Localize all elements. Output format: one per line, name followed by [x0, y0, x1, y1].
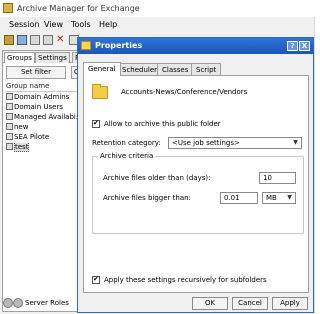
apply-recursive-label: Apply these settings recursively for sub…: [104, 276, 267, 284]
menu-tools[interactable]: Tools: [71, 20, 91, 29]
bigger-than-input[interactable]: 0.01: [220, 192, 258, 204]
paste-icon[interactable]: [43, 35, 53, 45]
group-icon: [6, 103, 13, 110]
retention-label: Retention category:: [92, 139, 161, 147]
delete-icon[interactable]: ✕: [56, 35, 66, 45]
apply-button[interactable]: Apply: [272, 297, 308, 310]
group-icon: [6, 133, 13, 140]
left-panel: Groups Settings P Set filter C Group nam…: [2, 50, 85, 312]
folder-icon: [92, 84, 108, 99]
dialog-tabs: General Scheduler Classes Script: [83, 62, 309, 76]
list-item-domain-admins[interactable]: Domain Admins: [6, 93, 83, 103]
tab-settings[interactable]: Settings: [35, 52, 70, 63]
copy-icon[interactable]: [30, 35, 40, 45]
archive-criteria-title: Archive criteria: [98, 152, 156, 160]
tab-script[interactable]: Script: [191, 63, 222, 75]
folder-path: Accounts-News/Conference/Vendors: [121, 88, 248, 96]
older-than-label: Archive files older than (days):: [103, 174, 211, 182]
dialog-title: Properties: [95, 41, 143, 50]
status-text[interactable]: Server Roles: [25, 299, 69, 307]
list-item-managed-availability[interactable]: Managed Availabi...: [6, 113, 83, 123]
tab-groups[interactable]: Groups: [4, 52, 35, 63]
tab-general[interactable]: General: [83, 62, 121, 76]
list-item-sea-pilote[interactable]: SEA Pilote: [6, 133, 83, 143]
left-tabs: Groups Settings P: [3, 51, 83, 63]
menu-session[interactable]: Session: [9, 20, 40, 29]
list-item-new[interactable]: new: [6, 123, 83, 133]
allow-archive-checkbox[interactable]: [92, 119, 100, 128]
open-icon[interactable]: [4, 35, 14, 45]
archive-criteria-group: Archive criteria Archive files older tha…: [92, 152, 304, 234]
size-unit-select[interactable]: MB ▼: [262, 192, 296, 204]
set-filter-button[interactable]: Set filter: [6, 66, 66, 79]
group-icon: [6, 93, 13, 100]
properties-icon: [81, 41, 91, 50]
general-tab-page: Accounts-News/Conference/Vendors Allow t…: [83, 75, 309, 293]
app-icon: [3, 3, 13, 13]
chevron-down-icon: ▼: [287, 194, 292, 201]
status-gear-icon[interactable]: [3, 298, 13, 308]
older-than-input[interactable]: 10: [259, 172, 296, 184]
close-button[interactable]: X: [299, 41, 310, 51]
retention-value: <Use job settings>: [172, 139, 240, 147]
group-name-header[interactable]: Group name: [6, 82, 83, 92]
menu-view[interactable]: View: [44, 20, 63, 29]
tab-classes[interactable]: Classes: [157, 63, 194, 75]
list-item-test[interactable]: test: [6, 143, 83, 153]
main-title-bar: Archive Manager for Exchange: [0, 0, 315, 17]
server-roles-icon[interactable]: [13, 298, 23, 308]
cancel-button[interactable]: Cancel: [232, 297, 268, 310]
apply-recursive-checkbox[interactable]: [92, 275, 100, 284]
tab-scheduler[interactable]: Scheduler: [117, 63, 163, 75]
retention-category-select[interactable]: <Use job settings> ▼: [168, 137, 302, 149]
main-window-title: Archive Manager for Exchange: [17, 4, 140, 13]
help-button[interactable]: ?: [287, 41, 298, 51]
bigger-than-label: Archive files bigger than:: [103, 194, 191, 202]
group-icon: [6, 113, 13, 120]
size-unit-value: MB: [266, 194, 277, 202]
allow-archive-label: Allow to archive this public folder: [104, 120, 221, 128]
settings-icon[interactable]: [17, 35, 27, 45]
dialog-title-bar[interactable]: Properties ? X: [78, 38, 313, 54]
properties-dialog: Properties ? X General Scheduler Classes…: [77, 37, 314, 313]
menu-help[interactable]: Help: [99, 20, 117, 29]
menu-bar: Session View Tools Help: [0, 18, 315, 32]
list-item-domain-users[interactable]: Domain Users: [6, 103, 83, 113]
group-icon: [6, 143, 13, 150]
group-icon: [6, 123, 13, 130]
chevron-down-icon: ▼: [293, 139, 298, 146]
status-bar: Server Roles: [0, 296, 82, 310]
ok-button[interactable]: OK: [192, 297, 228, 310]
